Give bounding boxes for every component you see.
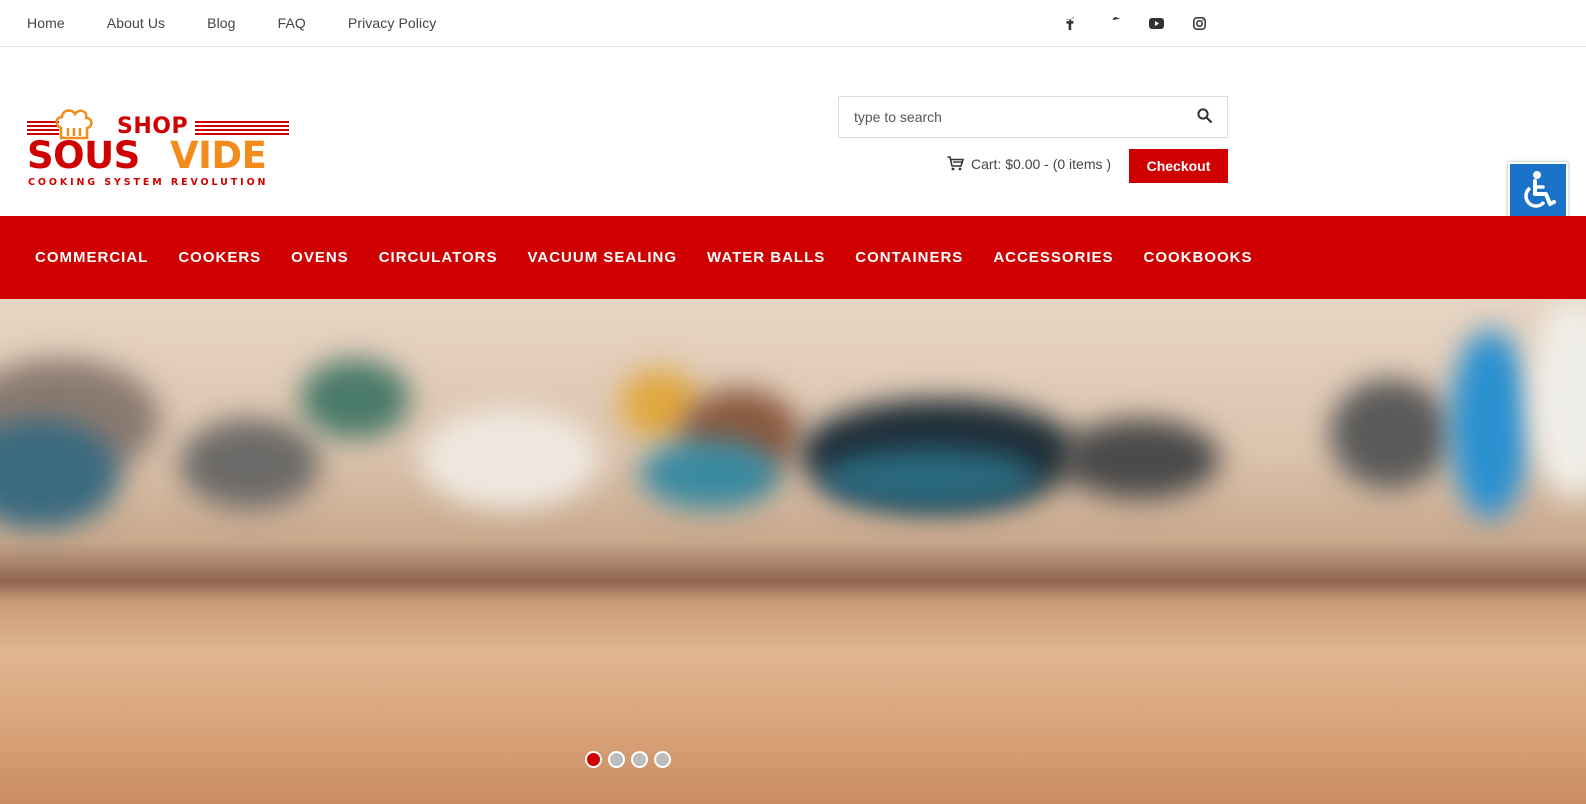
nav-item-vacuum-sealing[interactable]: VACUUM SEALING	[527, 249, 677, 266]
nav-item-ovens[interactable]: OVENS	[291, 249, 349, 266]
nav-item-cookbooks[interactable]: COOKBOOKS	[1144, 249, 1253, 266]
accessibility-button[interactable]	[1508, 162, 1568, 223]
hero-slider	[0, 299, 1586, 804]
checkout-button[interactable]: Checkout	[1129, 149, 1228, 183]
slider-pagination	[585, 751, 677, 768]
nav-item-containers[interactable]: CONTAINERS	[855, 249, 963, 266]
hero-background-image	[0, 299, 1586, 804]
nav-item-commercial[interactable]: COMMERCIAL	[35, 249, 148, 266]
twitter-icon[interactable]	[1103, 13, 1123, 33]
top-nav: Home About Us Blog FAQ Privacy Policy	[27, 0, 478, 46]
cart-summary[interactable]: Cart: $0.00 - (0 items )	[947, 152, 1111, 176]
instagram-icon[interactable]	[1189, 13, 1209, 33]
nav-item-circulators[interactable]: CIRCULATORS	[379, 249, 498, 266]
top-nav-faq[interactable]: FAQ	[278, 15, 306, 31]
top-nav-privacy-policy[interactable]: Privacy Policy	[348, 15, 437, 31]
wheelchair-icon	[1520, 170, 1556, 215]
top-nav-blog[interactable]: Blog	[207, 15, 235, 31]
search-box	[838, 96, 1228, 138]
slider-dot[interactable]	[654, 751, 671, 768]
top-bar: Home About Us Blog FAQ Privacy Policy	[0, 0, 1586, 47]
logo-sous-text: SOUS	[27, 134, 140, 177]
social-links	[1060, 13, 1232, 33]
facebook-icon[interactable]	[1060, 13, 1080, 33]
search-icon[interactable]	[1197, 108, 1213, 124]
top-nav-home[interactable]: Home	[27, 15, 65, 31]
site-logo[interactable]: SHOP SOUS VIDE COOKING SYSTEM REVOLUTION	[27, 106, 289, 190]
slider-dot[interactable]	[585, 751, 602, 768]
cart-text: Cart: $0.00 - (0 items )	[971, 156, 1112, 172]
youtube-icon[interactable]	[1146, 13, 1166, 33]
nav-item-water-balls[interactable]: WATER BALLS	[707, 249, 825, 266]
main-nav: COMMERCIAL COOKERS OVENS CIRCULATORS VAC…	[0, 216, 1586, 299]
search-input[interactable]	[839, 97, 1169, 137]
top-nav-about-us[interactable]: About Us	[107, 15, 165, 31]
slider-dot[interactable]	[608, 751, 625, 768]
logo-tagline: COOKING SYSTEM REVOLUTION	[28, 177, 269, 188]
nav-item-cookers[interactable]: COOKERS	[178, 249, 261, 266]
logo-vide-text: VIDE	[170, 134, 267, 177]
nav-item-accessories[interactable]: ACCESSORIES	[993, 249, 1113, 266]
slider-dot[interactable]	[631, 751, 648, 768]
cart-icon	[947, 156, 965, 172]
